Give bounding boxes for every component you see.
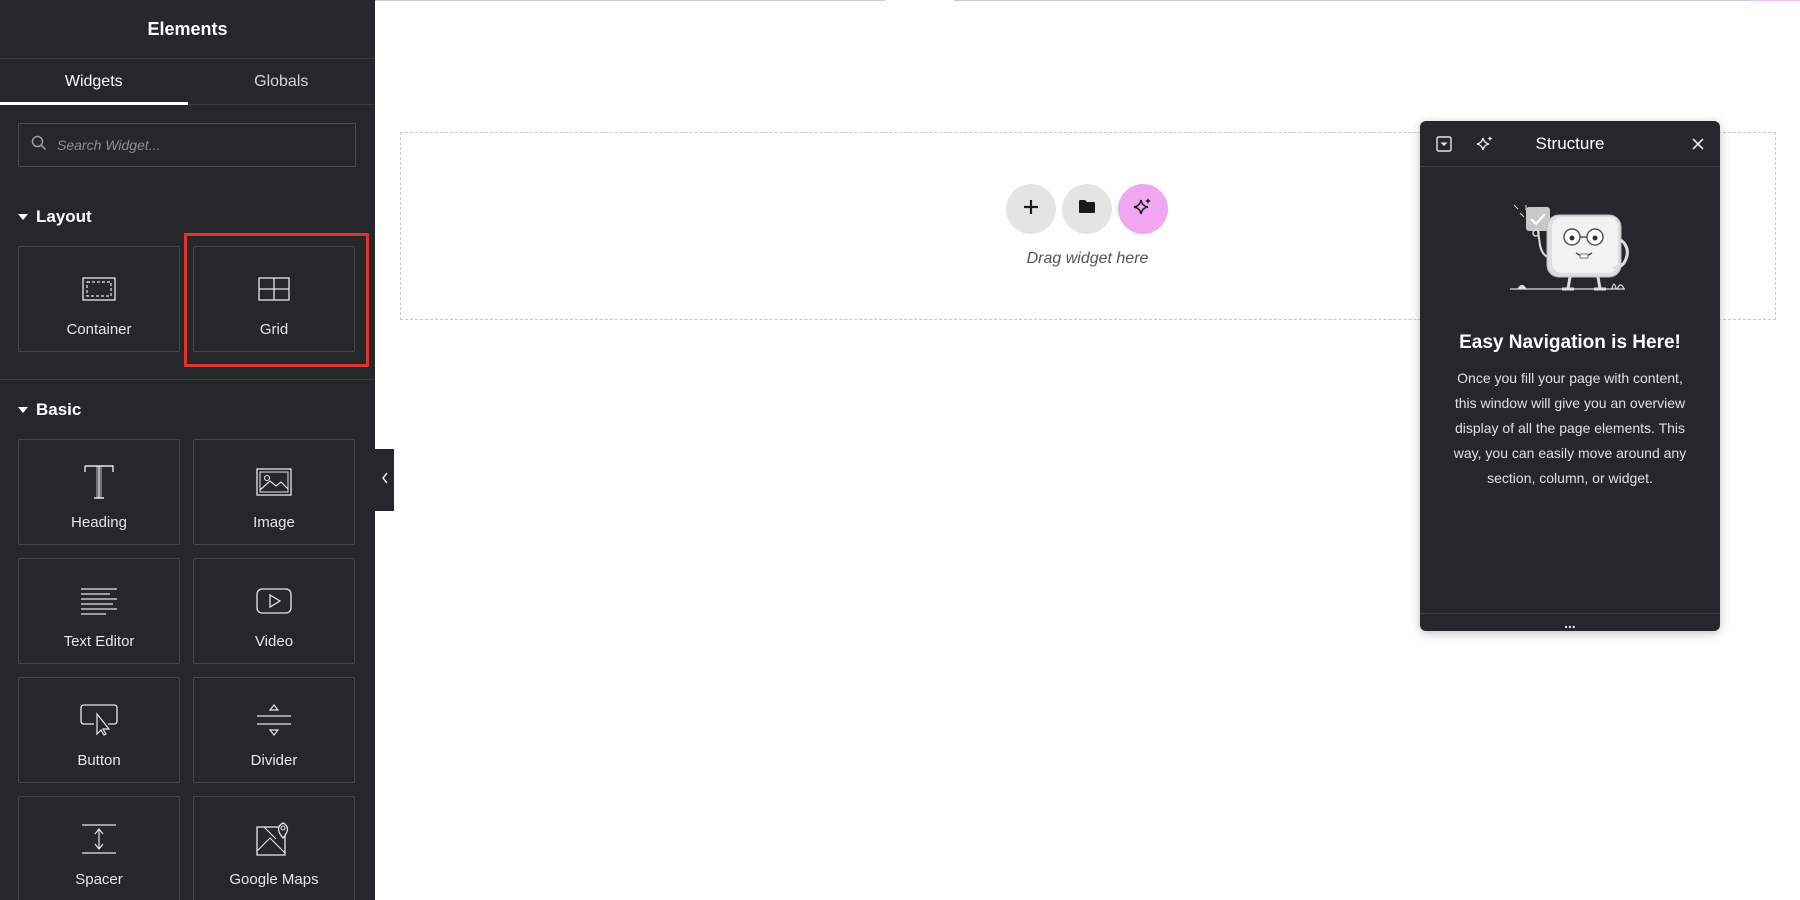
- widget-label: Image: [253, 514, 295, 531]
- spacer-icon: [81, 819, 117, 859]
- sidebar-tabs: Widgets Globals: [0, 59, 375, 105]
- widget-label: Google Maps: [229, 871, 319, 888]
- widget-label: Video: [254, 633, 294, 650]
- drag-widget-hint: Drag widget here: [1026, 250, 1149, 267]
- image-icon: [256, 462, 292, 502]
- widget-label: Text Editor: [63, 633, 135, 650]
- elements-sidebar: Elements Widgets Globals Layout Containe…: [0, 0, 375, 900]
- video-icon: [256, 581, 292, 621]
- structure-header: Structure: [1420, 121, 1720, 167]
- widget-google-maps[interactable]: Google Maps: [193, 796, 355, 900]
- widget-label: Spacer: [75, 871, 123, 888]
- structure-empty-heading: Easy Navigation is Here!: [1459, 332, 1681, 353]
- canvas-top-border: [375, 0, 885, 1]
- close-icon[interactable]: [1689, 135, 1707, 153]
- section-basic-title: Basic: [36, 400, 82, 419]
- container-icon: [82, 269, 116, 309]
- collapse-sidebar-button[interactable]: [375, 449, 394, 511]
- caret-down-icon: [18, 214, 28, 220]
- widget-label: Heading: [71, 514, 127, 531]
- search-box[interactable]: [18, 123, 356, 167]
- canvas-top-border: [954, 0, 1750, 1]
- sparkle-icon[interactable]: [1476, 135, 1494, 153]
- section-layout-title: Layout: [36, 207, 92, 226]
- section-basic-toggle[interactable]: Basic: [18, 400, 81, 420]
- folder-icon: [1078, 199, 1096, 219]
- sidebar-header: Elements: [0, 0, 375, 59]
- widget-label: Divider: [250, 752, 298, 769]
- divider-icon: [256, 700, 292, 740]
- widget-heading[interactable]: Heading: [18, 439, 180, 545]
- caret-down-icon: [18, 407, 28, 413]
- chevron-left-icon: [381, 471, 389, 489]
- editor-app: Elements Widgets Globals Layout Containe…: [0, 0, 1800, 900]
- widget-label: Container: [66, 321, 132, 338]
- widget-button[interactable]: Button: [18, 677, 180, 783]
- button-icon: [80, 700, 118, 740]
- add-section-button[interactable]: [1006, 184, 1056, 234]
- structure-resize-handle[interactable]: ...: [1420, 613, 1720, 631]
- plus-icon: [1023, 199, 1039, 220]
- widget-label: Button: [77, 752, 121, 769]
- widget-text-editor[interactable]: Text Editor: [18, 558, 180, 664]
- canvas-top-border-accent: [1750, 0, 1800, 1]
- heading-icon: [82, 462, 116, 502]
- collapse-panel-icon[interactable]: [1435, 135, 1453, 153]
- more-dots-icon: ...: [1564, 614, 1576, 631]
- widget-container[interactable]: Container: [18, 246, 180, 352]
- structure-panel: Structure Easy Navigation is Here! Once …: [1420, 121, 1720, 631]
- sidebar-title: Elements: [147, 18, 228, 39]
- text-editor-icon: [80, 581, 118, 621]
- grid-highlight-box: [184, 233, 369, 367]
- structure-empty-description: Once you fill your page with content, th…: [1453, 370, 1687, 486]
- google-maps-icon: [256, 819, 292, 859]
- ai-assistant-button[interactable]: [1118, 184, 1168, 234]
- section-divider: [0, 379, 375, 380]
- search-icon: [31, 135, 47, 156]
- widget-divider[interactable]: Divider: [193, 677, 355, 783]
- tab-globals[interactable]: Globals: [188, 59, 376, 104]
- search-input[interactable]: [57, 137, 347, 153]
- tab-widgets[interactable]: Widgets: [0, 59, 188, 105]
- structure-title: Structure: [1535, 133, 1605, 153]
- template-library-button[interactable]: [1062, 184, 1112, 234]
- section-layout-toggle[interactable]: Layout: [18, 207, 92, 227]
- sparkle-icon: [1133, 197, 1153, 222]
- widget-image[interactable]: Image: [193, 439, 355, 545]
- mascot-illustration: [1500, 185, 1640, 300]
- widget-spacer[interactable]: Spacer: [18, 796, 180, 900]
- widget-video[interactable]: Video: [193, 558, 355, 664]
